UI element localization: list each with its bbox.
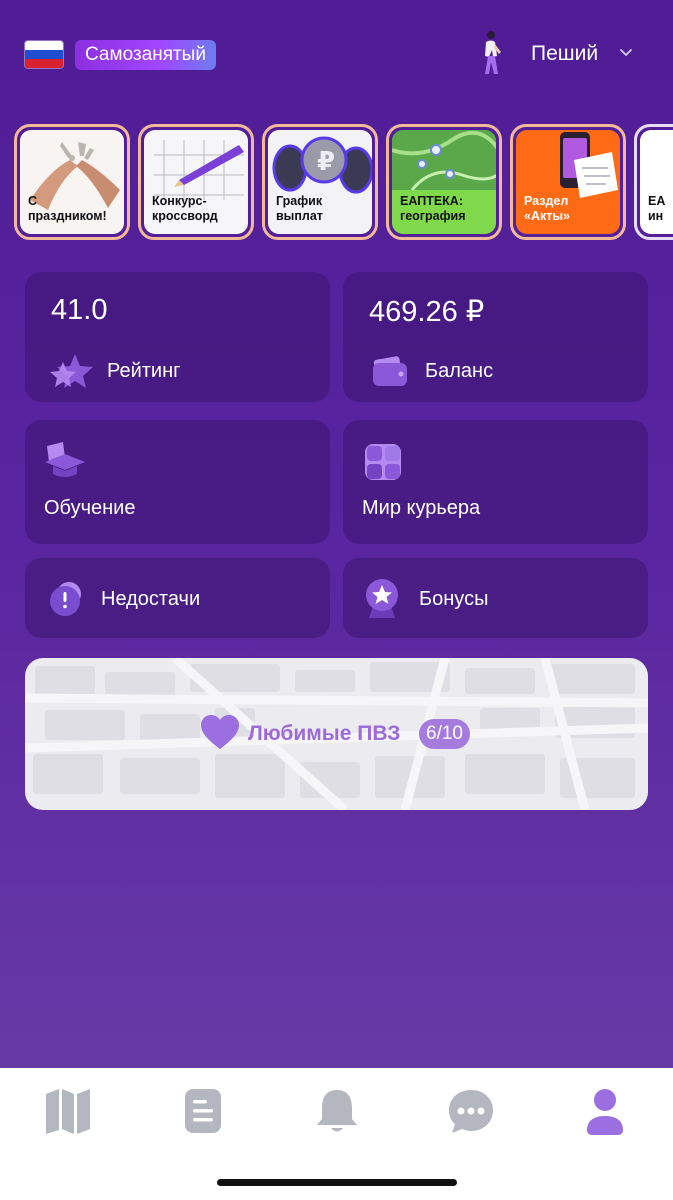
story-caption: Раздел «Акты» (524, 194, 570, 223)
exclamation-icon (50, 582, 81, 616)
story-item[interactable]: С праздником! (14, 124, 130, 240)
graduation-cap-icon (45, 442, 85, 477)
learning-label: Обучение (44, 497, 136, 519)
profile-icon[interactable] (580, 1086, 630, 1136)
home-indicator (217, 1179, 457, 1186)
favorites-label[interactable]: Любимые ПВЗ (248, 722, 400, 746)
rating-label: Рейтинг (107, 360, 181, 382)
bonuses-card[interactable]: Бонусы (343, 558, 648, 638)
svg-text:₽: ₽ (317, 147, 335, 177)
status-badge[interactable]: Самозанятый (75, 40, 216, 70)
story-caption: График выплат (276, 194, 323, 223)
favorites-count-badge: 6/10 (419, 719, 470, 749)
mode-label[interactable]: Пеший (531, 42, 598, 66)
stories-carousel[interactable]: С праздником! Конкурс- кроссворд ₽ Графи… (14, 124, 673, 240)
story-caption: Конкурс- кроссворд (152, 194, 218, 223)
walking-person-icon[interactable] (477, 30, 505, 78)
rating-card[interactable]: 41.0 Рейтинг (25, 272, 330, 402)
map-icon[interactable] (43, 1086, 93, 1136)
shortages-label: Недостачи (101, 588, 201, 610)
bonuses-label: Бонусы (419, 588, 489, 610)
story-item[interactable]: ЕА ин (634, 124, 673, 240)
story-caption: ЕАПТЕКА: география (400, 194, 466, 223)
apps-grid-icon (365, 444, 401, 480)
story-item[interactable]: ₽ График выплат (262, 124, 378, 240)
learning-card[interactable]: Обучение (25, 420, 330, 544)
header: Самозанятый Пеший (0, 0, 673, 110)
rating-value: 41.0 (51, 294, 108, 326)
document-icon[interactable] (178, 1086, 228, 1136)
story-item[interactable]: Раздел «Акты» (510, 124, 626, 240)
story-caption: С праздником! (28, 194, 107, 223)
chat-icon[interactable] (446, 1086, 496, 1136)
russia-flag-icon (25, 41, 63, 68)
shortages-card[interactable]: Недостачи (25, 558, 330, 638)
story-item[interactable]: Конкурс- кроссворд (138, 124, 254, 240)
heart-icon (201, 715, 239, 749)
balance-value: 469.26 ₽ (369, 296, 485, 328)
star-icon (50, 354, 93, 388)
courier-world-label: Мир курьера (362, 497, 481, 519)
balance-card[interactable]: 469.26 ₽ Баланс (343, 272, 648, 402)
story-item[interactable]: ЕАПТЕКА: география (386, 124, 502, 240)
courier-world-card[interactable]: Мир курьера (343, 420, 648, 544)
bell-icon[interactable] (312, 1086, 362, 1136)
chevron-down-icon[interactable] (619, 46, 633, 60)
story-caption: ЕА ин (648, 194, 666, 223)
balance-label: Баланс (425, 360, 494, 382)
award-star-icon (366, 579, 398, 618)
wallet-icon (373, 356, 407, 386)
